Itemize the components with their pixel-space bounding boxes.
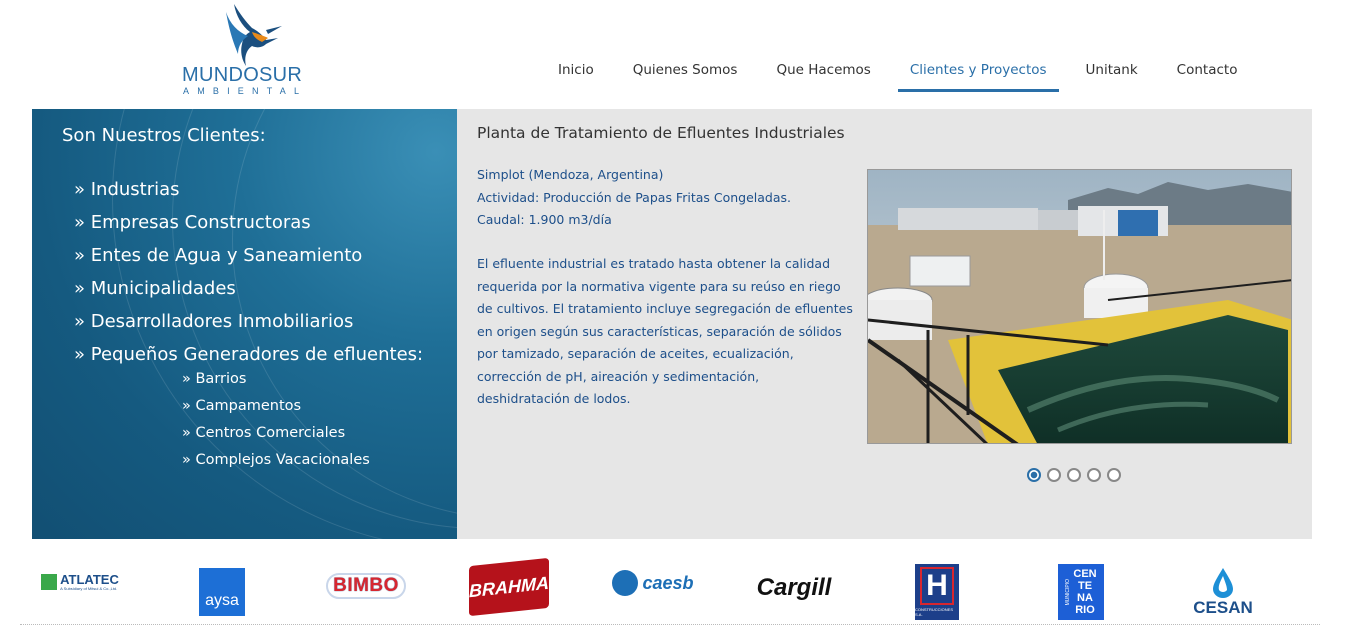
client-logo-caesb[interactable]: caesb [608,568,698,598]
slide-dot-3[interactable] [1067,468,1081,482]
nav-clientes-y-proyectos[interactable]: Clientes y Proyectos [897,58,1059,92]
subcategory-centros-comerciales[interactable]: » Centros Comerciales [182,420,370,447]
description-line: en origen según sus características, sep… [477,323,842,339]
project-description: El efluente industrial es tratado hasta … [477,253,857,411]
description-line: El efluente industrial es tratado hasta … [477,256,831,271]
category-entes-de-agua[interactable]: » Entes de Agua y Saneamiento [74,239,423,272]
hd-subtitle: CONSTRUCCIONES S.A. [915,607,954,617]
caesb-swirl-icon [612,570,639,596]
cesan-wordmark: CESAN [1193,598,1253,617]
caesb-wordmark: caesb [642,572,694,593]
project-title: Planta de Tratamiento de Efluentes Indus… [477,124,845,142]
centenario-side-label: MUNICIPIO [1065,578,1071,606]
slide-dot-5[interactable] [1107,468,1121,482]
atlatec-wordmark: ATLATEC [60,572,119,587]
project-flow: Caudal: 1.900 m3/día [477,212,612,227]
slide-dot-2[interactable] [1047,468,1061,482]
description-line: requerida por la normativa vigente para … [477,278,841,294]
client-logos-strip: ATLATEC A Subsidiary of Mitsui & Co.,Ltd… [0,552,1345,632]
treatment-plant-image [868,170,1291,443]
main-nav: Inicio Quienes Somos Que Hacemos Cliente… [546,58,1264,94]
description-line: deshidratación de lodos. [477,391,631,406]
project-panel: Planta de Tratamiento de Efluentes Indus… [457,109,1312,539]
centenario-wordmark: CEN TE NA RIO [1073,568,1097,616]
clients-heading: Son Nuestros Clientes: [62,125,266,146]
slide-dot-1[interactable] [1027,468,1041,482]
client-logo-municipio-centenario[interactable]: MUNICIPIO CEN TE NA RIO [1058,564,1104,620]
category-industrias[interactable]: » Industrias [74,173,423,206]
client-logo-bimbo[interactable]: BIMBO [326,572,406,600]
project-activity: Actividad: Producción de Papas Fritas Co… [477,189,792,205]
description-line: por tamizado, separación de aceites, ecu… [477,346,794,361]
project-client: Simplot (Mendoza, Argentina) [477,167,664,182]
water-drop-icon [1213,568,1233,598]
brand-name: MUNDOSUR [182,64,303,86]
client-logo-brahma[interactable]: BRAHMA [469,557,549,617]
client-logo-aysa[interactable]: aysa [199,568,245,616]
nav-contacto[interactable]: Contacto [1165,58,1250,92]
brand-tagline: AMBIENTAL [183,86,308,96]
client-logo-atlatec[interactable]: ATLATEC A Subsidiary of Mitsui & Co.,Ltd… [40,570,120,594]
brand-logo[interactable]: MUNDOSUR AMBIENTAL [180,4,310,96]
nav-que-hacemos[interactable]: Que Hacemos [764,58,882,92]
client-category-list: » Industrias » Empresas Constructoras » … [74,173,423,371]
category-municipalidades[interactable]: » Municipalidades [74,272,423,305]
client-logo-hd-construcciones[interactable]: H CONSTRUCCIONES S.A. [915,564,959,620]
bimbo-wordmark: BIMBO [326,573,406,599]
description-line: corrección de pH, aireación y sedimentac… [477,368,760,384]
brahma-wordmark: BRAHMA [469,572,549,601]
clients-panel: Son Nuestros Clientes: » Industrias » Em… [32,109,457,539]
client-subcategory-list: » Barrios » Campamentos » Centros Comerc… [182,366,370,474]
description-line: de cultivos. El tratamiento incluye segr… [477,301,853,316]
slide-dot-4[interactable] [1087,468,1101,482]
client-logo-cargill[interactable]: Cargill [752,570,836,606]
subcategory-complejos-vacacionales[interactable]: » Complejos Vacacionales [182,447,370,474]
aysa-wordmark: aysa [205,592,239,609]
client-logo-cesan[interactable]: CESAN [1190,566,1256,620]
category-desarrolladores-inmobiliarios[interactable]: » Desarrolladores Inmobiliarios [74,305,423,338]
slider-pagination [1027,468,1127,482]
nav-unitank[interactable]: Unitank [1074,58,1150,92]
project-info: Simplot (Mendoza, Argentina) Actividad: … [477,164,791,232]
nav-quienes-somos[interactable]: Quienes Somos [621,58,750,92]
subcategory-campamentos[interactable]: » Campamentos [182,393,370,420]
subcategory-barrios[interactable]: » Barrios [182,366,370,393]
category-empresas-constructoras[interactable]: » Empresas Constructoras [74,206,423,239]
project-photo[interactable] [867,169,1292,444]
footer-divider [20,624,1320,625]
atlatec-mark-icon [41,574,58,590]
atlatec-subtitle: A Subsidiary of Mitsui & Co.,Ltd. [60,586,118,591]
cargill-wordmark: Cargill [756,574,832,601]
nav-inicio[interactable]: Inicio [546,58,606,92]
hd-mark: H [920,567,954,605]
kingfisher-bird-icon [226,4,282,66]
